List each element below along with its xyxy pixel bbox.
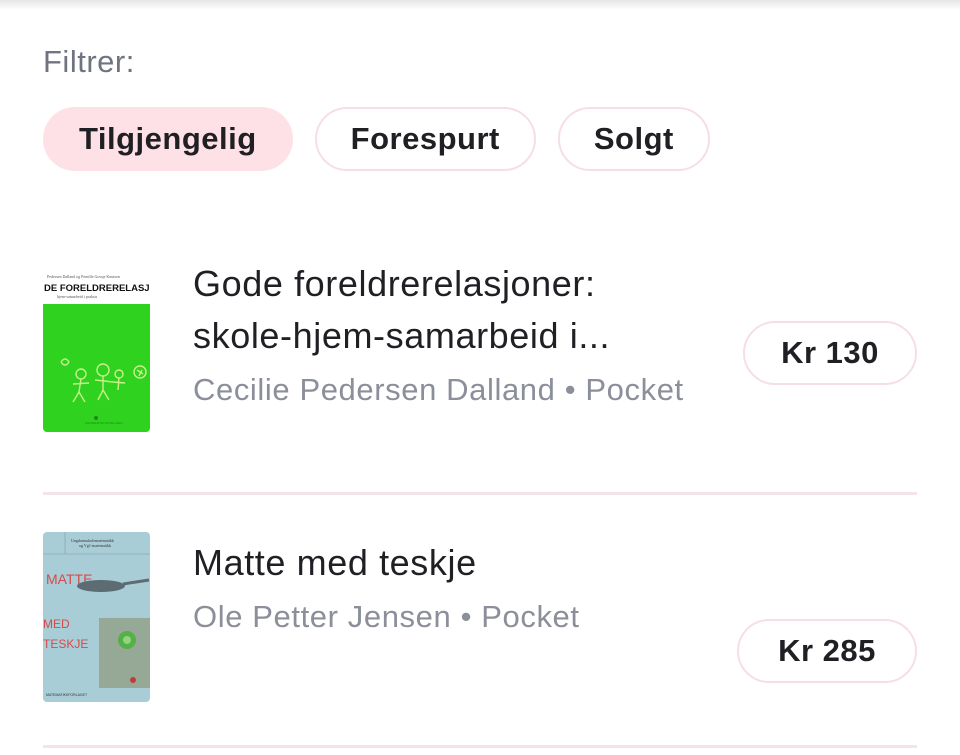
book-cover-image: Pedersen Dalland og Pernille Gossje Knut… [43, 272, 150, 432]
book-author: Ole Petter Jensen [193, 599, 452, 634]
svg-text:UNIVERSITETSFORLAGET: UNIVERSITETSFORLAGET [85, 421, 123, 425]
book-title[interactable]: Matte med teskje [193, 537, 713, 589]
book-format: Pocket [585, 372, 684, 407]
list-divider [43, 745, 917, 748]
meta-separator: • [564, 372, 586, 407]
cover-green-block [43, 304, 150, 432]
filter-chip-available[interactable]: Tilgjengelig [43, 107, 293, 171]
svg-text:MED: MED [43, 617, 70, 631]
price-button[interactable]: Kr 285 [737, 619, 917, 683]
book-cover-image: Ungdomsskolematematikk og Vg1-matematikk… [43, 532, 150, 702]
book-list: Pedersen Dalland og Pernille Gossje Knut… [43, 230, 917, 748]
svg-text:Pedersen Dalland og Pernille G: Pedersen Dalland og Pernille Gossje Knut… [47, 274, 120, 279]
filter-label: Filtrer: [43, 44, 135, 79]
book-list-item[interactable]: Ungdomsskolematematikk og Vg1-matematikk… [43, 495, 917, 745]
svg-text:hjem-samarbeid i praksis: hjem-samarbeid i praksis [57, 294, 98, 299]
filter-chip-requested[interactable]: Forespurt [314, 107, 536, 171]
meta-separator: • [460, 599, 482, 634]
svg-text:TESKJE: TESKJE [43, 637, 88, 651]
book-title[interactable]: Gode foreldrerelasjoner: skole-hjem-sama… [193, 258, 703, 362]
top-shadow [0, 0, 960, 10]
book-meta: Ole Petter Jensen • Pocket [193, 597, 713, 637]
book-author: Cecilie Pedersen Dalland [193, 372, 556, 407]
book-format: Pocket [481, 599, 580, 634]
price-button[interactable]: Kr 130 [743, 321, 917, 385]
filter-chip-sold[interactable]: Solgt [557, 107, 710, 171]
svg-text:MATEMATIKKFORLAGET: MATEMATIKKFORLAGET [46, 693, 88, 697]
book-meta: Cecilie Pedersen Dalland • Pocket [193, 370, 713, 410]
book-info: Gode foreldrerelasjoner: skole-hjem-sama… [193, 258, 713, 410]
book-info: Matte med teskje Ole Petter Jensen • Poc… [193, 537, 713, 637]
svg-text:DE FORELDRERELASJONI: DE FORELDRERELASJONI [44, 283, 150, 294]
book-list-item[interactable]: Pedersen Dalland og Pernille Gossje Knut… [43, 230, 917, 492]
svg-text:og Vg1-matematikk: og Vg1-matematikk [79, 543, 111, 548]
filter-chips: Tilgjengelig Forespurt Solgt [43, 107, 710, 171]
